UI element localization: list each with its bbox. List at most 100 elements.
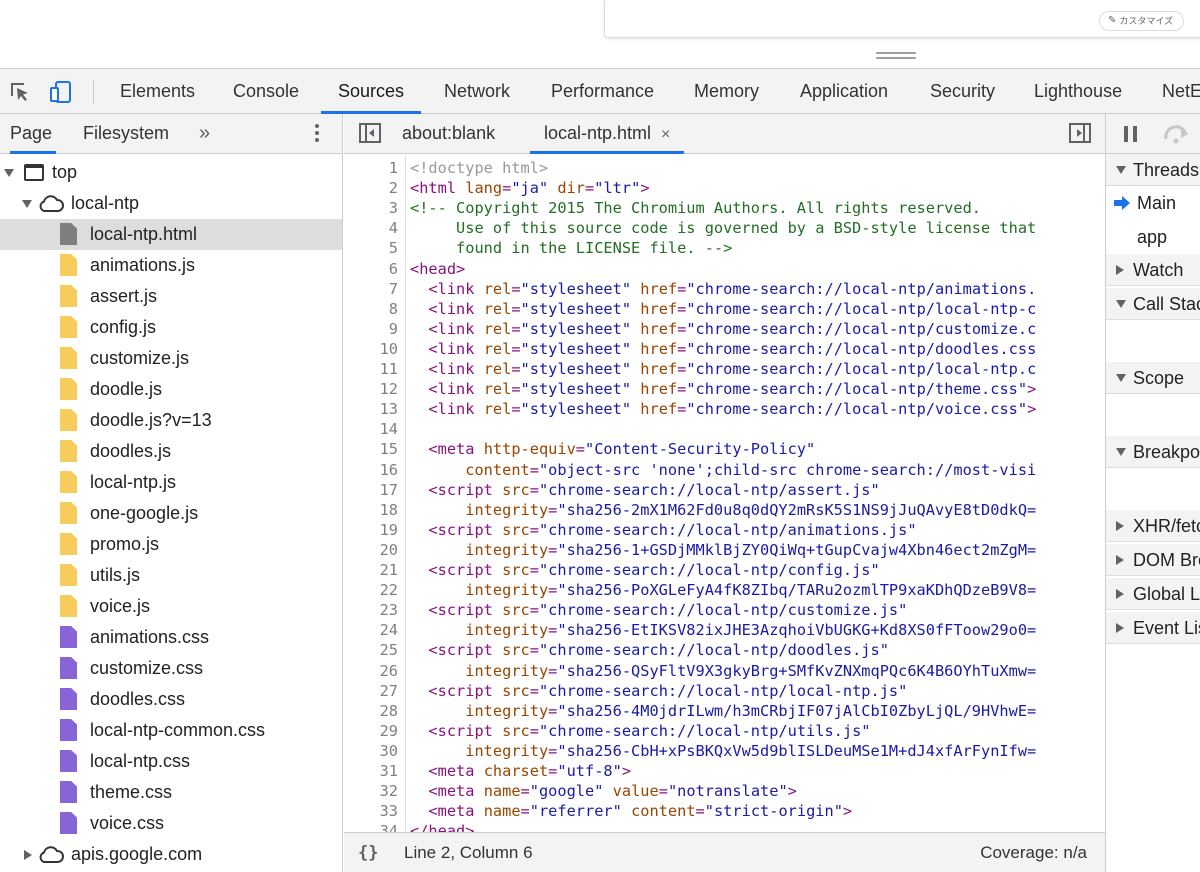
line-number[interactable]: 15 xyxy=(344,439,398,459)
line-number[interactable]: 2 xyxy=(344,178,398,198)
line-number[interactable]: 22 xyxy=(344,580,398,600)
pause-icon[interactable] xyxy=(1124,126,1138,142)
line-number[interactable]: 17 xyxy=(344,480,398,500)
tree-file-local-ntp-css[interactable]: local-ntp.css xyxy=(0,746,342,777)
line-number[interactable]: 20 xyxy=(344,540,398,560)
line-number[interactable]: 9 xyxy=(344,319,398,339)
section-scope[interactable]: Scope xyxy=(1106,362,1200,394)
tree-file-assert-js[interactable]: assert.js xyxy=(0,281,342,312)
tab-lighthouse[interactable]: Lighthouse xyxy=(1034,69,1122,114)
tree-file-animations-js[interactable]: animations.js xyxy=(0,250,342,281)
tab-filesystem[interactable]: Filesystem xyxy=(83,114,169,154)
section-global-listeners[interactable]: Global Listeners xyxy=(1106,578,1200,610)
line-number[interactable]: 32 xyxy=(344,781,398,801)
section-event-listener-breakpoints[interactable]: Event Listener Breakpoints xyxy=(1106,612,1200,644)
line-number[interactable]: 4 xyxy=(344,218,398,238)
line-number[interactable]: 5 xyxy=(344,238,398,258)
pretty-print-button[interactable]: {} xyxy=(358,833,378,872)
threads-section-header[interactable]: Threads xyxy=(1106,154,1200,186)
line-number[interactable]: 6 xyxy=(344,259,398,279)
tab-page[interactable]: Page xyxy=(10,114,56,154)
tree-file-customize-css[interactable]: customize.css xyxy=(0,653,342,684)
line-number[interactable]: 29 xyxy=(344,721,398,741)
tab-application[interactable]: Application xyxy=(800,69,888,114)
close-icon[interactable]: × xyxy=(661,126,670,143)
inspect-element-icon[interactable] xyxy=(8,80,34,104)
line-number[interactable]: 30 xyxy=(344,741,398,761)
tree-file-voice-css[interactable]: voice.css xyxy=(0,808,342,839)
devtools-resize-handle[interactable] xyxy=(876,52,916,60)
tree-file-customize-js[interactable]: customize.js xyxy=(0,343,342,374)
line-number[interactable]: 12 xyxy=(344,379,398,399)
more-options-icon[interactable] xyxy=(314,124,320,144)
tree-file-local-ntp-common-css[interactable]: local-ntp-common.css xyxy=(0,715,342,746)
tree-file-local-ntp-js[interactable]: local-ntp.js xyxy=(0,467,342,498)
tree-file-theme-css[interactable]: theme.css xyxy=(0,777,342,808)
editor-tab-about-blank[interactable]: about:blank xyxy=(402,114,495,154)
tab-performance[interactable]: Performance xyxy=(551,69,654,114)
tree-file-promo-js[interactable]: promo.js xyxy=(0,529,342,560)
token-tag: = xyxy=(511,360,521,378)
tab-network[interactable]: Network xyxy=(444,69,510,114)
thread-main[interactable]: Main xyxy=(1106,186,1200,220)
line-number[interactable]: 3 xyxy=(344,198,398,218)
section-xhr-fetch-breakpoints[interactable]: XHR/fetch Breakpoints xyxy=(1106,510,1200,542)
tree-frame-top[interactable]: top xyxy=(0,157,342,188)
tree-file-voice-js[interactable]: voice.js xyxy=(0,591,342,622)
line-number[interactable]: 14 xyxy=(344,419,398,439)
line-number[interactable]: 10 xyxy=(344,339,398,359)
section-call-stack[interactable]: Call Stack xyxy=(1106,288,1200,320)
tree-file-utils-js[interactable]: utils.js xyxy=(0,560,342,591)
line-number[interactable]: 21 xyxy=(344,560,398,580)
tree-file-local-ntp-html[interactable]: local-ntp.html xyxy=(0,219,342,250)
line-number[interactable]: 33 xyxy=(344,801,398,821)
line-number[interactable]: 18 xyxy=(344,500,398,520)
section-breakpoints[interactable]: Breakpoints xyxy=(1106,436,1200,468)
tab-memory[interactable]: Memory xyxy=(694,69,759,114)
tree-file-animations-css[interactable]: animations.css xyxy=(0,622,342,653)
line-number[interactable]: 19 xyxy=(344,520,398,540)
tree-file-doodles-css[interactable]: doodles.css xyxy=(0,684,342,715)
tree-file-doodle-js[interactable]: doodle.js xyxy=(0,374,342,405)
line-number[interactable]: 11 xyxy=(344,359,398,379)
section-watch[interactable]: Watch xyxy=(1106,254,1200,286)
section-dom-breakpoints[interactable]: DOM Breakpoints xyxy=(1106,544,1200,576)
tab-nete[interactable]: NetE xyxy=(1162,69,1200,114)
tab-security[interactable]: Security xyxy=(930,69,995,114)
editor-tab-local-ntp-html[interactable]: local-ntp.html × xyxy=(530,114,685,154)
tab-sources[interactable]: Sources xyxy=(321,69,422,114)
collapsed-triangle-icon[interactable] xyxy=(24,850,32,860)
code-view[interactable]: 1 <!doctype html> 2 <html lang="ja" dir="lt… xyxy=(344,155,1105,832)
tree-file-doodle-js-v-13[interactable]: doodle.js?v=13 xyxy=(0,405,342,436)
tree-file-config-js[interactable]: config.js xyxy=(0,312,342,343)
device-toolbar-icon[interactable] xyxy=(48,80,74,104)
expand-triangle-icon[interactable] xyxy=(22,200,32,208)
line-number[interactable]: 16 xyxy=(344,460,398,480)
line-number[interactable]: 8 xyxy=(344,299,398,319)
line-number[interactable]: 26 xyxy=(344,661,398,681)
line-number[interactable]: 23 xyxy=(344,600,398,620)
toggle-debugger-icon[interactable] xyxy=(1069,123,1091,143)
coverage-status[interactable]: Coverage: n/a xyxy=(980,833,1087,872)
toggle-navigator-icon[interactable] xyxy=(359,123,381,143)
more-tabs-chevron-icon[interactable]: » xyxy=(199,114,210,152)
customize-button[interactable]: ✎ カスタマイズ xyxy=(1099,11,1185,31)
line-number[interactable]: 31 xyxy=(344,761,398,781)
line-number[interactable]: 28 xyxy=(344,701,398,721)
tree-file-doodles-js[interactable]: doodles.js xyxy=(0,436,342,467)
expand-triangle-icon[interactable] xyxy=(4,169,14,177)
tree-file-one-google-js[interactable]: one-google.js xyxy=(0,498,342,529)
line-number[interactable]: 27 xyxy=(344,681,398,701)
tree-origin-local-ntp[interactable]: local-ntp xyxy=(0,188,342,219)
thread-app[interactable]: app xyxy=(1106,220,1200,254)
step-over-icon[interactable] xyxy=(1162,124,1192,144)
tab-console[interactable]: Console xyxy=(233,69,299,114)
tab-elements[interactable]: Elements xyxy=(120,69,195,114)
line-number[interactable]: 13 xyxy=(344,399,398,419)
line-number[interactable]: 24 xyxy=(344,620,398,640)
line-number[interactable]: 34 xyxy=(344,821,398,832)
tree-origin-apis-google[interactable]: apis.google.com xyxy=(0,839,342,870)
line-number[interactable]: 25 xyxy=(344,640,398,660)
line-number[interactable]: 7 xyxy=(344,279,398,299)
line-number[interactable]: 1 xyxy=(344,158,398,178)
